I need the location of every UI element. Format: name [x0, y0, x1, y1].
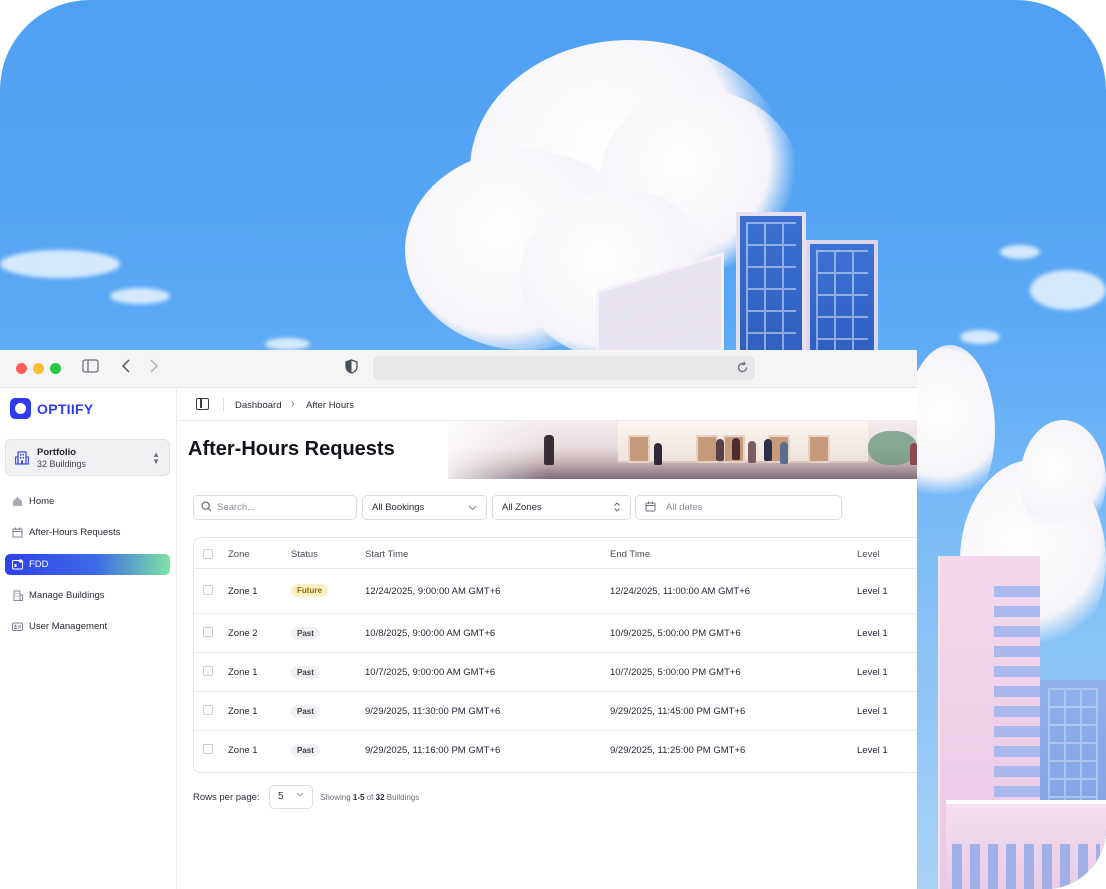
portfolio-building-icon	[15, 450, 29, 465]
zones-filter-select[interactable]: All Zones	[492, 495, 631, 520]
portfolio-title: Portfolio	[37, 447, 77, 458]
table-row[interactable]: Zone 1 Past 10/7/2025, 9:00:00 AM GMT+6 …	[194, 653, 917, 692]
up-down-chevron-icon	[613, 501, 621, 516]
chevron-right-icon: ›	[291, 398, 295, 410]
status-badge: Past	[291, 705, 320, 718]
column-header-status[interactable]: Status	[291, 549, 318, 560]
date-range-picker[interactable]: All dates	[635, 495, 842, 520]
row-checkbox[interactable]	[203, 585, 213, 595]
user-card-icon	[12, 621, 23, 632]
breadcrumb-dashboard-link[interactable]: Dashboard	[235, 400, 281, 411]
brand-logo[interactable]: OPTIIFY	[10, 398, 94, 419]
address-bar[interactable]	[373, 356, 755, 380]
select-all-checkbox[interactable]	[203, 549, 213, 559]
shield-icon[interactable]	[341, 359, 361, 379]
status-badge: Past	[291, 666, 320, 679]
pagination-bar: Rows per page: 5 Showing 1-5 of 32 Build…	[193, 785, 593, 809]
row-checkbox[interactable]	[203, 666, 213, 676]
search-input[interactable]: Search...	[193, 495, 357, 520]
column-header-level[interactable]: Level	[857, 549, 880, 560]
sidebar-item-user-management[interactable]: User Management	[5, 616, 170, 637]
table-row[interactable]: Zone 1 Past 9/29/2025, 11:30:00 PM GMT+6…	[194, 692, 917, 731]
rows-per-page-select[interactable]: 5	[269, 785, 313, 809]
table-header: Zone Status Start Time End Time Level	[194, 538, 917, 569]
table-row[interactable]: Zone 1 Past 9/29/2025, 11:16:00 PM GMT+6…	[194, 731, 917, 770]
forward-arrow-icon[interactable]	[144, 359, 164, 379]
building-icon	[12, 590, 23, 601]
breadcrumb: Dashboard › After Hours	[178, 388, 917, 421]
pagination-summary: Showing 1-5 of 32 Buildings	[320, 793, 420, 802]
column-header-end-time[interactable]: End Time	[610, 549, 650, 560]
rows-per-page-label: Rows per page:	[193, 792, 260, 803]
table-row[interactable]: Zone 1 Future 12/24/2025, 9:00:00 AM GMT…	[194, 569, 917, 614]
breadcrumb-current: After Hours	[306, 400, 355, 411]
home-icon	[12, 496, 23, 507]
sidebar-item-label: After-Hours Requests	[29, 527, 121, 538]
status-badge: Past	[291, 627, 320, 640]
column-header-start-time[interactable]: Start Time	[365, 549, 408, 560]
minimize-window-button[interactable]	[33, 363, 44, 374]
status-badge: Future	[291, 584, 328, 597]
sidebar-item-after-hours-requests[interactable]: After-Hours Requests	[5, 522, 170, 543]
office-building-illustration	[596, 212, 878, 412]
sidebar-item-fdd[interactable]: FDD	[5, 554, 170, 575]
maximize-window-button[interactable]	[50, 363, 61, 374]
search-icon	[201, 500, 212, 515]
portfolio-subtitle: 32 Buildings	[37, 459, 87, 469]
page-title: After-Hours Requests	[188, 438, 395, 460]
sort-caret-icon: ▲ ▼	[152, 450, 160, 466]
sidebar-item-label: FDD	[29, 559, 49, 570]
status-badge: Past	[291, 744, 320, 757]
panel-toggle-icon[interactable]	[196, 398, 209, 410]
close-window-button[interactable]	[16, 363, 27, 374]
table-row[interactable]: Zone 2 Past 10/8/2025, 9:00:00 AM GMT+6 …	[194, 614, 917, 653]
app-window: OPTIIFY Portfolio 32 Buildings ▲ ▼ Home A…	[0, 350, 917, 889]
sidebar-item-home[interactable]: Home	[5, 491, 170, 512]
logo-icon	[10, 398, 31, 419]
sidebar-item-label: Home	[29, 496, 55, 507]
page-header-banner: After-Hours Requests	[178, 421, 917, 479]
requests-table: Zone Status Start Time End Time Level Zo…	[193, 537, 917, 773]
reload-icon[interactable]	[736, 361, 749, 379]
bookings-filter-select[interactable]: All Bookings	[362, 495, 487, 520]
sidebar-item-label: Manage Buildings	[29, 590, 105, 601]
main-content: Dashboard › After Hours After-Hours Requ…	[178, 388, 917, 889]
column-header-zone[interactable]: Zone	[228, 549, 250, 560]
sidebar: OPTIIFY Portfolio 32 Buildings ▲ ▼ Home A…	[0, 388, 177, 889]
chevron-down-icon	[468, 503, 477, 514]
sidebar-item-label: User Management	[29, 621, 108, 632]
sidebar-item-manage-buildings[interactable]: Manage Buildings	[5, 585, 170, 606]
calendar-icon	[645, 501, 656, 515]
row-checkbox[interactable]	[203, 744, 213, 754]
sidebar-toggle-icon[interactable]	[80, 359, 100, 379]
calendar-icon	[12, 527, 23, 538]
portfolio-selector[interactable]: Portfolio 32 Buildings ▲ ▼	[5, 439, 170, 476]
row-checkbox[interactable]	[203, 705, 213, 715]
row-checkbox[interactable]	[203, 627, 213, 637]
back-arrow-icon[interactable]	[116, 359, 136, 379]
fdd-icon	[12, 559, 23, 570]
filter-toolbar: Search... All Bookings All Zones All dat…	[178, 495, 917, 521]
browser-titlebar	[0, 350, 917, 388]
chevron-down-icon	[296, 791, 304, 800]
